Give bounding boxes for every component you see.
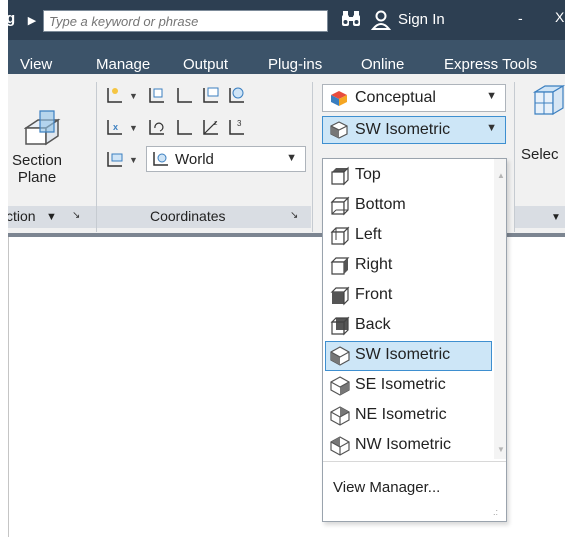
sw-isometric-icon bbox=[330, 121, 348, 139]
view-item-label: Left bbox=[355, 226, 382, 243]
ne-isometric-icon bbox=[330, 406, 350, 426]
top-view-icon bbox=[331, 166, 349, 186]
ucs-world-axis-icon[interactable] bbox=[174, 84, 196, 106]
view-item-back[interactable]: Back bbox=[325, 311, 492, 341]
ucs-combo[interactable]: World ▼ bbox=[146, 146, 306, 172]
section-plane-icon bbox=[24, 110, 61, 146]
bottom-view-icon bbox=[330, 196, 350, 216]
view-item-label: Back bbox=[355, 316, 391, 333]
close-icon[interactable]: X bbox=[555, 9, 564, 25]
right-view-icon bbox=[330, 257, 350, 275]
ucs-origin-icon[interactable] bbox=[174, 116, 196, 138]
view-item-nw-isometric[interactable]: NW Isometric bbox=[325, 431, 492, 461]
ucs-3point-icon[interactable]: 3 bbox=[226, 116, 248, 138]
view-item-front[interactable]: Front bbox=[325, 281, 492, 311]
view-item-label: SE Isometric bbox=[355, 376, 446, 393]
svg-text:z: z bbox=[214, 120, 218, 127]
coordinates-panel-launcher-icon[interactable]: ↘ bbox=[290, 210, 298, 221]
section-panel-launcher-icon[interactable]: ↘ bbox=[72, 210, 80, 221]
ucs-object-icon[interactable] bbox=[226, 84, 248, 106]
tab-online[interactable]: Online bbox=[361, 56, 404, 73]
nw-isometric-icon bbox=[330, 436, 350, 456]
svg-text:3: 3 bbox=[237, 119, 242, 128]
ribbon-tabs: View Manage Output Plug-ins Online Expre… bbox=[8, 40, 565, 74]
front-view-icon bbox=[330, 286, 350, 306]
minimize-icon[interactable]: - bbox=[518, 10, 523, 26]
view-item-label: Right bbox=[355, 256, 393, 273]
visual-style-value: Conceptual bbox=[355, 89, 436, 106]
view-combo-caret-icon: ▼ bbox=[486, 122, 497, 134]
ucs-icon-dropdown-icon[interactable]: ▼ bbox=[129, 155, 138, 165]
binoculars-icon[interactable] bbox=[340, 8, 362, 32]
autocad-window: g ▶ Sign In - X View Manage Output Plug-… bbox=[8, 0, 565, 537]
view-item-label: NE Isometric bbox=[355, 406, 447, 423]
view-item-sw-isometric[interactable]: SW Isometric bbox=[325, 341, 492, 371]
search-input[interactable] bbox=[43, 10, 328, 32]
visual-style-caret-icon: ▼ bbox=[486, 90, 497, 102]
view-item-ne-isometric[interactable]: NE Isometric bbox=[325, 401, 492, 431]
ucs-x-rotate-icon[interactable]: x bbox=[104, 116, 126, 138]
back-view-icon bbox=[330, 316, 350, 336]
search-expand-arrow-icon[interactable]: ▶ bbox=[22, 10, 42, 32]
tab-express-tools[interactable]: Express Tools bbox=[444, 56, 537, 73]
ucs-previous-icon[interactable] bbox=[146, 116, 168, 138]
view-item-label: SW Isometric bbox=[355, 346, 451, 363]
scroll-up-icon[interactable]: ▲ bbox=[497, 171, 505, 180]
section-plane-button[interactable]: Section Plane bbox=[8, 152, 72, 186]
coordinates-panel-title[interactable]: Coordinates bbox=[150, 208, 226, 224]
view-dropdown-list: Top Bottom Left Right Front Back SW Isom… bbox=[322, 158, 507, 522]
view-item-top[interactable]: Top bbox=[325, 161, 492, 191]
view-manager-item[interactable]: View Manager... bbox=[333, 479, 440, 496]
world-ucs-icon bbox=[153, 152, 168, 166]
section-panel-title[interactable]: ction bbox=[8, 208, 36, 224]
ucs-icon-properties-icon[interactable] bbox=[104, 148, 126, 170]
svg-text:x: x bbox=[113, 122, 118, 132]
view-item-right[interactable]: Right bbox=[325, 251, 492, 281]
section-plane-label-line2: Plane bbox=[17, 169, 57, 186]
select-button-label[interactable]: Selec bbox=[521, 146, 559, 163]
ucs-view-icon[interactable] bbox=[200, 84, 222, 106]
ucs-named-icon[interactable] bbox=[146, 84, 168, 106]
ucs-icon[interactable] bbox=[104, 84, 126, 106]
view-combo[interactable]: SW Isometric ▼ bbox=[322, 116, 506, 144]
tab-output[interactable]: Output bbox=[183, 56, 228, 73]
view-item-se-isometric[interactable]: SE Isometric bbox=[325, 371, 492, 401]
section-plane-label-line1: Section bbox=[11, 152, 63, 169]
visual-style-combo[interactable]: Conceptual ▼ bbox=[322, 84, 506, 112]
selection-filter-icon[interactable] bbox=[531, 82, 565, 118]
ucs-z-axis-icon[interactable]: z bbox=[200, 116, 222, 138]
conceptual-style-icon bbox=[331, 91, 347, 106]
sign-in-link[interactable]: Sign In bbox=[398, 11, 445, 28]
dropdown-separator bbox=[323, 461, 506, 462]
dropdown-scrollbar[interactable] bbox=[494, 159, 506, 459]
view-item-label: Bottom bbox=[355, 196, 406, 213]
title-bar: g ▶ Sign In - X bbox=[8, 0, 565, 40]
panel-divider bbox=[312, 82, 313, 232]
sw-isometric-icon bbox=[330, 346, 350, 366]
view-item-left[interactable]: Left bbox=[325, 221, 492, 251]
tab-manage[interactable]: Manage bbox=[96, 56, 150, 73]
resize-grip-icon[interactable]: .: bbox=[493, 507, 498, 517]
section-panel-expand-icon[interactable]: ▼ bbox=[46, 211, 57, 223]
ucs-rotate-dropdown-icon[interactable]: ▼ bbox=[129, 123, 138, 133]
tab-view[interactable]: View bbox=[20, 56, 52, 73]
view-item-label: Front bbox=[355, 286, 393, 303]
title-truncated-glyph: g bbox=[8, 10, 16, 27]
ucs-dropdown-icon[interactable]: ▼ bbox=[129, 91, 138, 101]
view-combo-value: SW Isometric bbox=[355, 121, 451, 138]
tab-plug-ins[interactable]: Plug-ins bbox=[268, 56, 322, 73]
selection-panel-expand-icon[interactable]: ▼ bbox=[551, 212, 561, 223]
user-icon[interactable] bbox=[371, 9, 391, 31]
scroll-down-icon[interactable]: ▼ bbox=[497, 445, 505, 454]
view-item-label: NW Isometric bbox=[355, 436, 451, 453]
ucs-combo-value: World bbox=[175, 151, 214, 168]
se-isometric-icon bbox=[330, 376, 350, 396]
ucs-combo-caret-icon: ▼ bbox=[286, 152, 297, 164]
view-item-label: Top bbox=[355, 166, 381, 183]
left-view-icon bbox=[330, 226, 350, 246]
view-item-bottom[interactable]: Bottom bbox=[325, 191, 492, 221]
